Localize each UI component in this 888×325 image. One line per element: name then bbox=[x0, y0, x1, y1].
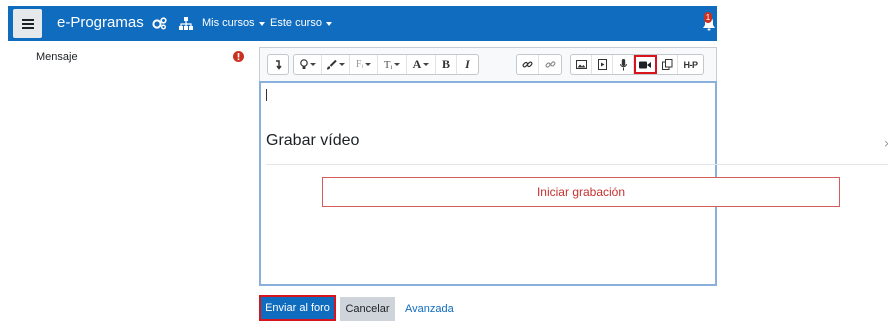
styles-button[interactable] bbox=[294, 55, 322, 74]
modal-title: Grabar vídeo bbox=[266, 132, 360, 149]
font-color-icon: A bbox=[412, 57, 422, 71]
post-to-forum-button[interactable]: Enviar al foro bbox=[259, 295, 336, 321]
toolbar-group-style: Fᵢ Tᵢ A B I bbox=[293, 54, 479, 75]
navbar: e-Programas Mis cursos Este curso 1 bbox=[8, 6, 717, 41]
settings-nav-button[interactable] bbox=[151, 15, 167, 31]
font-family-button[interactable]: Fᵢ bbox=[350, 55, 378, 74]
media-icon bbox=[597, 59, 607, 70]
unlink-button[interactable] bbox=[539, 55, 561, 74]
video-camera-icon bbox=[639, 61, 651, 68]
site-brand[interactable]: e-Programas bbox=[57, 14, 144, 32]
record-video-button[interactable] bbox=[634, 55, 657, 74]
bold-button[interactable]: B bbox=[436, 55, 457, 74]
record-audio-button[interactable] bbox=[613, 55, 634, 74]
cogs-icon bbox=[151, 16, 167, 29]
sitemap-icon bbox=[179, 16, 193, 30]
required-icon bbox=[233, 51, 244, 62]
page: e-Programas Mis cursos Este curso 1 Mens… bbox=[0, 0, 888, 325]
h5p-button[interactable]: H-P bbox=[678, 55, 703, 74]
microphone-icon bbox=[619, 58, 627, 70]
start-recording-button[interactable]: Iniciar grabación bbox=[322, 177, 840, 207]
this-course-label: Este curso bbox=[270, 17, 322, 29]
copy-icon bbox=[661, 59, 672, 70]
font-family-icon: Fᵢ bbox=[355, 59, 364, 70]
toolbar-group-collapse bbox=[267, 54, 289, 75]
image-button[interactable] bbox=[571, 55, 592, 74]
chevron-down-icon bbox=[423, 63, 430, 66]
cancel-button[interactable]: Cancelar bbox=[340, 297, 395, 321]
background-color-button[interactable] bbox=[322, 55, 350, 74]
text-size-icon: Tᵢ bbox=[383, 58, 393, 71]
chevron-down-icon bbox=[365, 63, 372, 66]
font-size-button[interactable]: Tᵢ bbox=[378, 55, 407, 74]
bold-icon: B bbox=[441, 57, 450, 71]
hamburger-icon bbox=[21, 18, 34, 29]
toolbar-group-media: H-P bbox=[570, 54, 704, 75]
modal-divider bbox=[266, 164, 888, 165]
link-button[interactable] bbox=[517, 55, 539, 74]
italic-icon: I bbox=[465, 57, 470, 71]
my-courses-label: Mis cursos bbox=[202, 17, 255, 29]
font-color-button[interactable]: A bbox=[407, 55, 436, 74]
text-cursor bbox=[266, 89, 267, 101]
link-icon bbox=[522, 61, 533, 68]
unlink-icon bbox=[544, 61, 555, 68]
notifications-button[interactable]: 1 bbox=[700, 12, 718, 34]
close-icon[interactable]: × bbox=[884, 136, 888, 148]
chevron-down-icon bbox=[339, 63, 345, 66]
advanced-link[interactable]: Avanzada bbox=[405, 303, 454, 315]
sitemap-nav-button[interactable] bbox=[178, 15, 194, 31]
collapse-icon bbox=[276, 59, 282, 70]
italic-button[interactable]: I bbox=[457, 55, 478, 74]
chevron-down-icon bbox=[325, 21, 332, 26]
notification-badge: 1 bbox=[704, 12, 712, 23]
media-button[interactable] bbox=[592, 55, 613, 74]
chevron-down-icon bbox=[394, 63, 401, 66]
this-course-menu[interactable]: Este curso bbox=[270, 17, 332, 30]
image-icon bbox=[575, 60, 587, 69]
lightbulb-icon bbox=[299, 59, 308, 69]
brush-icon bbox=[327, 59, 337, 70]
chevron-down-icon bbox=[258, 21, 265, 26]
my-courses-menu[interactable]: Mis cursos bbox=[202, 17, 265, 30]
h5p-icon: H-P bbox=[683, 59, 699, 70]
collapse-button[interactable] bbox=[268, 55, 288, 74]
editor-toolbar: Fᵢ Tᵢ A B I H-P bbox=[259, 47, 717, 81]
toolbar-group-links bbox=[516, 54, 562, 75]
drawer-toggle-button[interactable] bbox=[13, 9, 42, 38]
chevron-down-icon bbox=[309, 63, 316, 66]
message-label: Mensaje bbox=[36, 51, 78, 63]
copy-button[interactable] bbox=[657, 55, 678, 74]
